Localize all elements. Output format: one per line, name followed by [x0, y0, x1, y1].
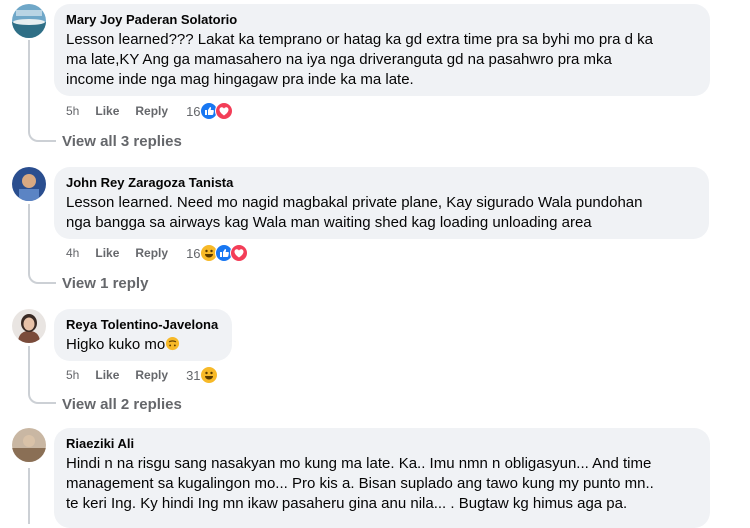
reply-button[interactable]: Reply — [135, 246, 168, 260]
comment-author[interactable]: Reya Tolentino-Javelona — [66, 317, 220, 333]
comment-bubble: John Rey Zaragoza Tanista Lesson learned… — [54, 167, 709, 239]
thread-line — [28, 204, 30, 272]
comment-author[interactable]: Riaeziki Ali — [66, 436, 698, 452]
comment-line: management sa kugalingon mo... Pro kis a… — [66, 475, 654, 492]
reaction-count: 31 — [186, 367, 201, 383]
love-icon — [229, 244, 248, 262]
view-replies-link[interactable]: View 1 reply — [62, 275, 148, 292]
comment-line: Lesson learned. Need mo nagid magbakal p… — [66, 194, 643, 211]
thread-elbow — [28, 270, 56, 284]
thread-elbow — [28, 390, 56, 404]
view-replies-link[interactable]: View all 3 replies — [62, 133, 182, 150]
comment-line: te keri Ing. Ky hindi Ing mn ikaw pasahe… — [66, 495, 628, 512]
comment-author[interactable]: Mary Joy Paderan Solatorio — [66, 12, 698, 28]
comment-bubble: Riaeziki Ali Hindi n na risgu sang nasak… — [54, 428, 710, 528]
comment-text: Hindi n na risgu sang nasakyan mo kung m… — [66, 454, 698, 514]
like-button[interactable]: Like — [95, 246, 119, 260]
reaction-count: 16 — [186, 103, 201, 119]
comment-bubble: Reya Tolentino-Javelona Higko kuko mo — [54, 309, 232, 361]
avatar[interactable] — [12, 4, 46, 38]
comment-actions: 4h Like Reply 16 — [66, 244, 248, 262]
avatar[interactable] — [12, 167, 46, 201]
reactions[interactable]: 16 — [186, 102, 233, 120]
avatar[interactable] — [12, 428, 46, 462]
comment-text: Lesson learned. Need mo nagid magbakal p… — [66, 193, 697, 233]
like-button[interactable]: Like — [95, 368, 119, 382]
reply-button[interactable]: Reply — [135, 368, 168, 382]
upside-down-face-icon — [165, 336, 180, 357]
comment-time[interactable]: 5h — [66, 368, 79, 382]
comment-bubble: Mary Joy Paderan Solatorio Lesson learne… — [54, 4, 710, 96]
comment-line: Lesson learned??? Lakat ka temprano or h… — [66, 31, 654, 48]
comment-author[interactable]: John Rey Zaragoza Tanista — [66, 175, 697, 191]
comment-actions: 5h Like Reply 16 — [66, 102, 233, 120]
thread-line — [28, 40, 30, 130]
thread-elbow — [28, 128, 56, 142]
love-icon — [214, 102, 233, 120]
comment-text: Lesson learned??? Lakat ka temprano or h… — [66, 30, 698, 90]
thread-line — [28, 468, 30, 524]
comment-time[interactable]: 5h — [66, 104, 79, 118]
like-button[interactable]: Like — [95, 104, 119, 118]
comment-text: Higko kuko mo — [66, 335, 220, 357]
comment-actions: 5h Like Reply 31 — [66, 366, 218, 384]
reply-button[interactable]: Reply — [135, 104, 168, 118]
comment-line: Higko kuko mo — [66, 336, 166, 353]
haha-icon — [199, 366, 218, 384]
reaction-count: 16 — [186, 245, 201, 261]
comment-line: ma late,KY Ang ga mamasahero na iya nga … — [66, 51, 612, 68]
comment-line: Hindi n na risgu sang nasakyan mo kung m… — [66, 455, 652, 472]
reactions[interactable]: 31 — [186, 366, 218, 384]
avatar[interactable] — [12, 309, 46, 343]
comment-line: nga bangga sa airways kag Wala man waiti… — [66, 214, 592, 231]
comment-time[interactable]: 4h — [66, 246, 79, 260]
thread-line — [28, 346, 30, 392]
reactions[interactable]: 16 — [186, 244, 248, 262]
comment-line: income inde nga mag hingagaw pra inde ka… — [66, 71, 414, 88]
view-replies-link[interactable]: View all 2 replies — [62, 396, 182, 413]
